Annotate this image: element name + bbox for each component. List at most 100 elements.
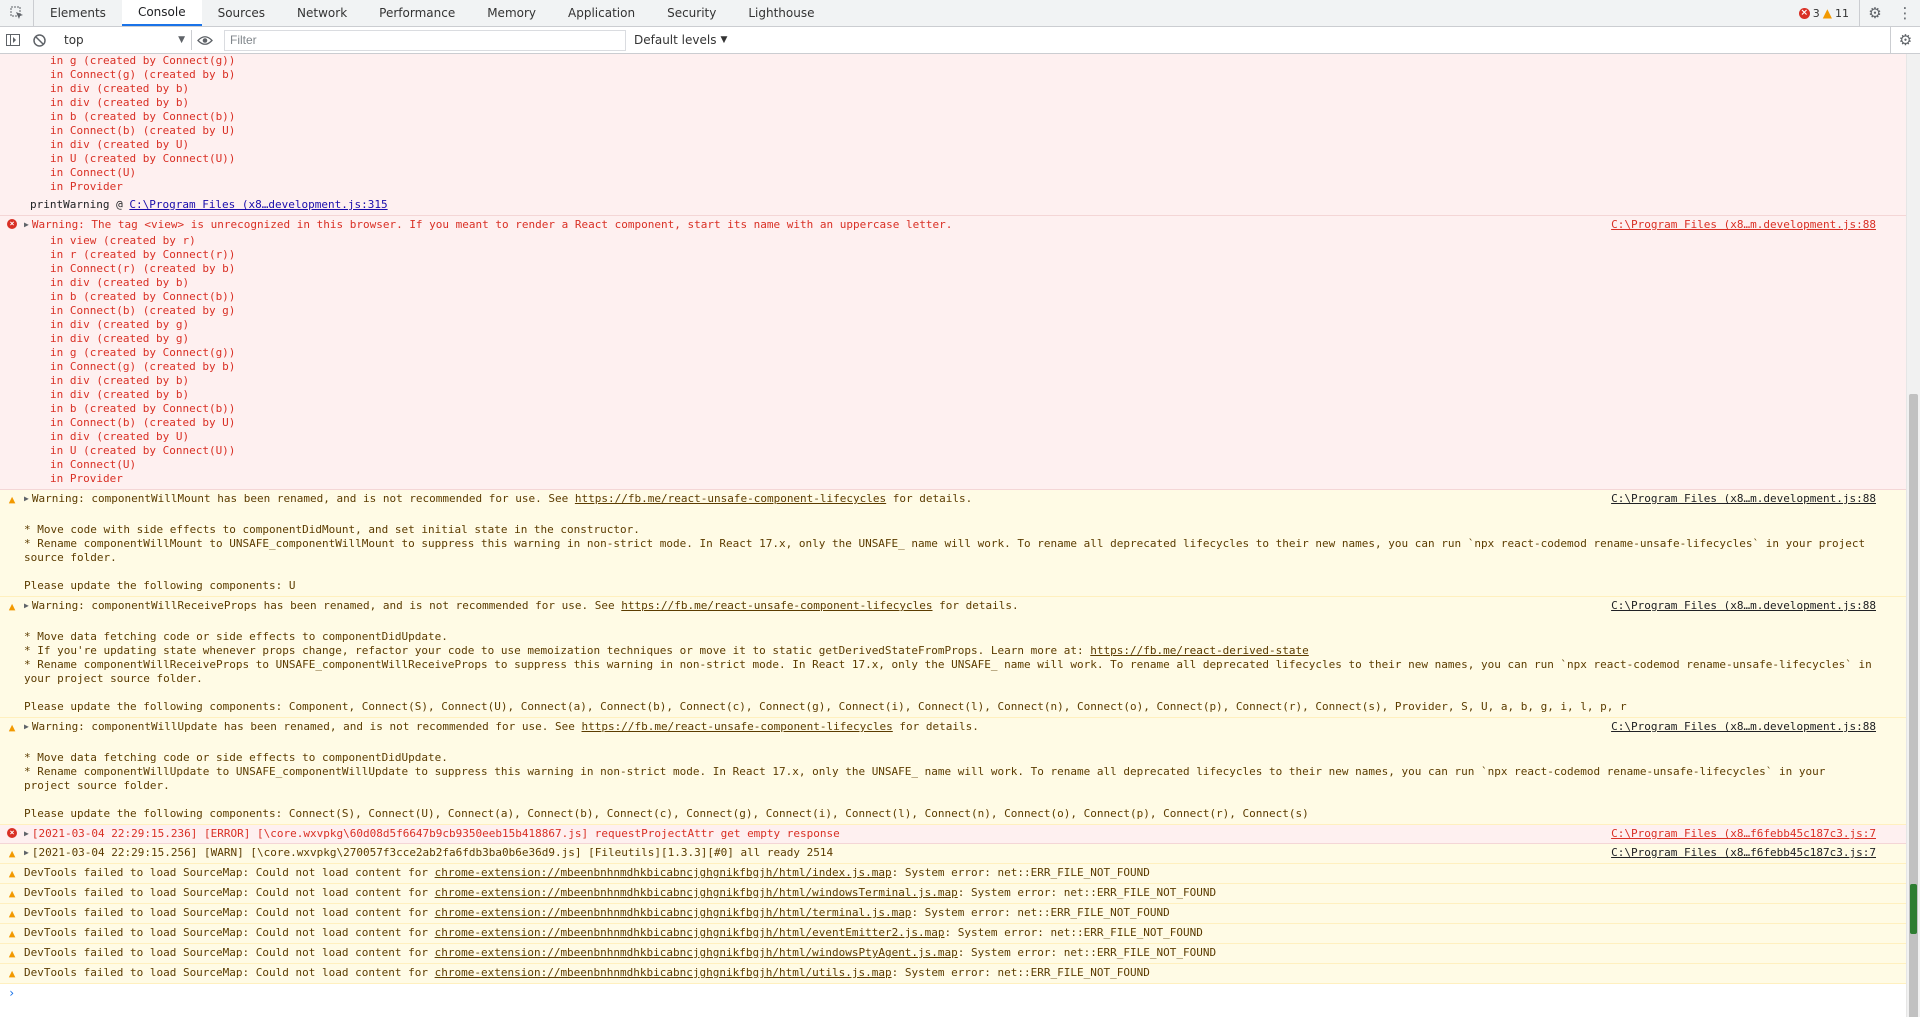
warning-icon: ▲ — [1822, 6, 1832, 20]
console-scrollbar[interactable] — [1906, 54, 1920, 1017]
warning-icon: ▲ — [8, 967, 16, 980]
message-link[interactable]: https://fb.me/react-unsafe-component-lif… — [582, 720, 893, 733]
message-text: DevTools failed to load SourceMap: Could… — [24, 906, 435, 919]
message-text-end: for details. — [892, 720, 979, 733]
message-icon: ▲ — [0, 720, 24, 735]
message-link[interactable]: https://fb.me/react-unsafe-component-lif… — [575, 492, 886, 505]
message-text-end: for details. — [932, 599, 1019, 612]
message-text-container: DevTools failed to load SourceMap: Could… — [24, 946, 1906, 960]
source-link[interactable]: C:\Program Files (x8…m.development.js:88 — [1601, 720, 1906, 734]
message-text-end: : System error: net::ERR_FILE_NOT_FOUND — [957, 886, 1217, 899]
message-text-container: ▶ Warning: componentWillMount has been re… — [24, 492, 1601, 506]
message-detail-link[interactable]: https://fb.me/react-derived-state — [1090, 644, 1309, 657]
message-text: Warning: componentWillMount has been ren… — [31, 492, 575, 505]
clear-icon — [32, 33, 46, 47]
live-expression-button[interactable] — [192, 27, 218, 53]
message-icon: ▲ — [0, 846, 24, 861]
eye-icon — [197, 35, 213, 45]
filter-input[interactable] — [224, 29, 626, 51]
message-text-container: ▶ Warning: The tag <view> is unrecognized… — [24, 218, 1601, 232]
sourcemap-link[interactable]: chrome-extension://mbeenbnhnmdhkbicabncj… — [435, 866, 892, 879]
message-text-end: : System error: net::ERR_FILE_NOT_FOUND — [891, 866, 1150, 879]
message-row: ▲ DevTools failed to load SourceMap: Cou… — [0, 884, 1906, 903]
print-warning-source-link[interactable]: C:\Program Files (x8…development.js:315 — [129, 198, 387, 211]
message-row: ▲ DevTools failed to load SourceMap: Cou… — [0, 964, 1906, 983]
source-link[interactable]: C:\Program Files (x8…m.development.js:88 — [1601, 599, 1906, 613]
tab-lighthouse[interactable]: Lighthouse — [732, 0, 830, 26]
component-stack: in g (created by Connect(g)) in Connect(… — [50, 54, 236, 193]
source-link[interactable]: C:\Program Files (x8…m.development.js:88 — [1601, 218, 1906, 232]
message-text-end: : System error: net::ERR_FILE_NOT_FOUND — [957, 946, 1217, 959]
log-levels-dropdown[interactable]: Default levels ▼ — [634, 33, 727, 47]
gear-icon: ⚙ — [1898, 31, 1913, 49]
print-warning-label: printWarning @ — [30, 198, 130, 211]
console-settings-button[interactable]: ⚙ — [1890, 27, 1920, 53]
panel-tab-bar: Elements Console Sources Network Perform… — [0, 0, 1920, 27]
source-link[interactable]: C:\Program Files (x8…m.development.js:88 — [1601, 492, 1906, 506]
warning-icon: ▲ — [8, 947, 16, 960]
tab-sources[interactable]: Sources — [202, 0, 281, 26]
sourcemap-link[interactable]: chrome-extension://mbeenbnhnmdhkbicabncj… — [435, 946, 958, 959]
message-detail: * Move data fetching code or side effect… — [24, 751, 1826, 820]
expand-triangle-icon[interactable]: ▶ — [24, 846, 29, 860]
expand-triangle-icon[interactable]: ▶ — [24, 218, 29, 232]
error-count: 3 — [1812, 6, 1820, 20]
source-link[interactable]: C:\Program Files (x8…f6febb45c187c3.js:7 — [1601, 827, 1906, 841]
message-detail-a: * Move data fetching code or side effect… — [24, 630, 1084, 657]
devtools-window: Elements Console Sources Network Perform… — [0, 0, 1920, 1017]
message-text-container: ▶ Warning: componentWillReceiveProps has … — [24, 599, 1601, 613]
message-text-container: DevTools failed to load SourceMap: Could… — [24, 926, 1906, 940]
message-row: ▲ DevTools failed to load SourceMap: Cou… — [0, 864, 1906, 883]
expand-triangle-icon[interactable]: ▶ — [24, 827, 29, 841]
message-row: ▲ DevTools failed to load SourceMap: Cou… — [0, 944, 1906, 963]
context-selector[interactable]: top ▼ — [58, 30, 192, 50]
message-text: DevTools failed to load SourceMap: Could… — [24, 946, 435, 959]
sourcemap-link[interactable]: chrome-extension://mbeenbnhnmdhkbicabncj… — [435, 906, 912, 919]
message-text-end: : System error: net::ERR_FILE_NOT_FOUND — [891, 966, 1150, 979]
message-text-container: DevTools failed to load SourceMap: Could… — [24, 866, 1906, 880]
message-icon: ▲ — [0, 906, 24, 921]
warning-icon: ▲ — [8, 600, 16, 613]
inspect-element-button[interactable] — [0, 0, 34, 26]
expand-triangle-icon[interactable]: ▶ — [24, 720, 29, 734]
source-link[interactable]: C:\Program Files (x8…f6febb45c187c3.js:7 — [1601, 846, 1906, 860]
tab-application[interactable]: Application — [552, 0, 651, 26]
warning-count: 11 — [1835, 6, 1849, 20]
tab-security[interactable]: Security — [651, 0, 732, 26]
console-message-sourcemap-warning: ▲ DevTools failed to load SourceMap: Cou… — [0, 964, 1906, 984]
tab-performance[interactable]: Performance — [363, 0, 471, 26]
message-detail: * Move code with side effects to compone… — [24, 523, 1866, 592]
settings-button[interactable]: ⚙ — [1860, 0, 1890, 26]
issue-counter[interactable]: × 3 ▲ 11 — [1789, 0, 1860, 26]
show-sidebar-button[interactable] — [0, 27, 26, 53]
sourcemap-link[interactable]: chrome-extension://mbeenbnhnmdhkbicabncj… — [435, 886, 958, 899]
warning-icon: ▲ — [8, 887, 16, 900]
sourcemap-link[interactable]: chrome-extension://mbeenbnhnmdhkbicabncj… — [435, 966, 892, 979]
sourcemap-link[interactable]: chrome-extension://mbeenbnhnmdhkbicabncj… — [435, 926, 945, 939]
warning-icon: ▲ — [8, 721, 16, 734]
message-row: ▲ DevTools failed to load SourceMap: Cou… — [0, 924, 1906, 943]
console-message-sourcemap-warning: ▲ DevTools failed to load SourceMap: Cou… — [0, 884, 1906, 904]
console-prompt[interactable]: › — [0, 984, 1906, 1002]
clear-console-button[interactable] — [26, 27, 52, 53]
message-row: ▲ ▶ Warning: componentWillMount has been … — [0, 490, 1906, 509]
message-icon: ▲ — [0, 946, 24, 961]
message-text-container: DevTools failed to load SourceMap: Could… — [24, 966, 1906, 980]
tab-memory[interactable]: Memory — [471, 0, 552, 26]
expand-triangle-icon[interactable]: ▶ — [24, 599, 29, 613]
gear-icon: ⚙ — [1868, 4, 1882, 22]
error-icon: × — [7, 219, 17, 229]
expand-triangle-icon[interactable]: ▶ — [24, 492, 29, 506]
console-message-error: × ▶ Warning: The tag <view> is unrecogniz… — [0, 216, 1906, 490]
print-warning-line: printWarning @ C:\Program Files (x8…deve… — [0, 194, 1906, 215]
message-icon: × — [0, 827, 24, 838]
message-text-container: ▶ Warning: componentWillUpdate has been r… — [24, 720, 1601, 734]
component-stack: in view (created by r) in r (created by … — [50, 234, 236, 485]
context-value: top — [64, 33, 84, 47]
tab-console[interactable]: Console — [121, 0, 202, 26]
warning-icon: ▲ — [8, 867, 16, 880]
tab-elements[interactable]: Elements — [34, 0, 122, 26]
more-options-button[interactable]: ⋮ — [1890, 0, 1920, 26]
message-link[interactable]: https://fb.me/react-unsafe-component-lif… — [621, 599, 932, 612]
tab-network[interactable]: Network — [281, 0, 363, 26]
